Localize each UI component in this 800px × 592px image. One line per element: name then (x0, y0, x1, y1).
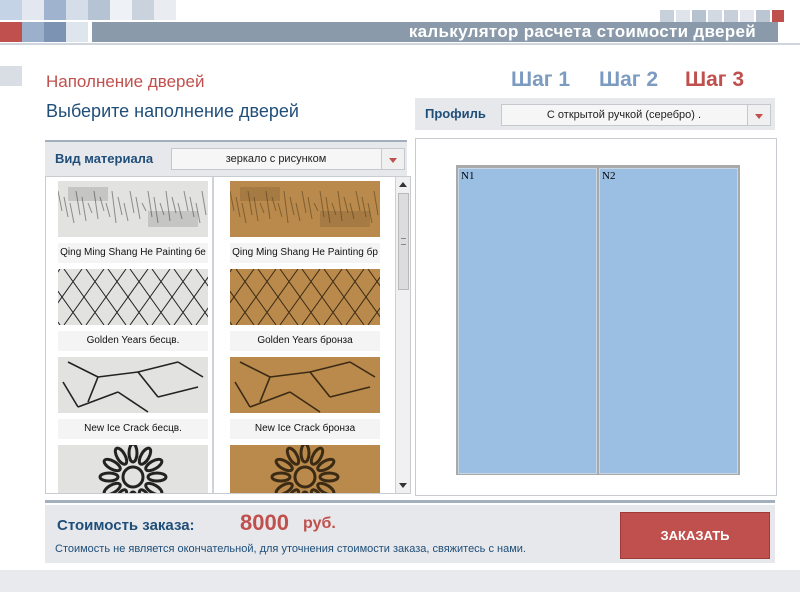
page-subtitle: Выберите наполнение дверей (46, 101, 299, 121)
material-caption: Golden Years бесцв. (58, 331, 208, 351)
material-caption: Qing Ming Shang He Painting бе (58, 243, 208, 263)
material-bar: Вид материала зеркало с рисунком (45, 140, 407, 176)
material-swatch (58, 357, 208, 413)
material-swatch (58, 269, 208, 325)
door-frame: N1 N2 (456, 165, 740, 475)
material-caption: Qing Ming Shang He Painting бр (230, 243, 380, 263)
step-3[interactable]: Шаг 3 (685, 68, 744, 92)
header-bar: калькулятор расчета стоимости дверей (92, 22, 778, 42)
material-caption: New Ice Crack бесцв. (58, 419, 208, 439)
cost-label: Стоимость заказа: (57, 517, 195, 534)
material-caption: New Ice Crack бронза (230, 419, 380, 439)
divider (45, 500, 775, 503)
material-gallery: Qing Ming Shang He Painting бе Qing Ming … (45, 176, 411, 494)
profile-select-value: С открытой ручкой (серебро) . (546, 109, 702, 121)
scroll-up-icon[interactable] (396, 179, 410, 191)
cost-unit: руб. (303, 515, 336, 532)
gallery-tile[interactable]: Qing Ming Shang He Painting бе (58, 181, 208, 265)
material-swatch (230, 269, 380, 325)
step-1[interactable]: Шаг 1 (511, 68, 570, 92)
cost-value: 8000 (240, 510, 289, 535)
section-title: Наполнение дверей (46, 72, 205, 91)
door-panel-1[interactable]: N1 (458, 168, 597, 474)
material-label: Вид материала (55, 151, 154, 166)
gallery-tile[interactable]: Golden Years бесцв. (58, 269, 208, 353)
material-caption: Golden Years бронза (230, 331, 380, 351)
order-panel: Стоимость заказа: 8000 руб. Стоимость не… (45, 505, 775, 563)
gallery-tile[interactable] (230, 445, 380, 493)
material-swatch (230, 181, 380, 237)
scroll-down-icon[interactable] (396, 479, 410, 491)
profile-label: Профиль (425, 106, 486, 121)
door-preview: N1 N2 (415, 138, 777, 496)
door-label: N2 (602, 170, 616, 182)
gallery-scrollbar[interactable] (395, 177, 410, 493)
door-panel-2[interactable]: N2 (599, 168, 738, 474)
material-swatch (230, 445, 380, 493)
material-swatch (58, 181, 208, 237)
app-title: калькулятор расчета стоимости дверей (408, 22, 756, 41)
material-swatch (230, 357, 380, 413)
scroll-thumb[interactable] (398, 193, 409, 290)
profile-bar: Профиль С открытой ручкой (серебро) . (415, 98, 775, 130)
order-button[interactable]: ЗАКАЗАТЬ (620, 512, 770, 559)
material-select-value: зеркало с рисунком (225, 153, 327, 165)
gallery-tile[interactable]: New Ice Crack бронза (230, 357, 380, 441)
material-swatch (58, 445, 208, 493)
gallery-tile[interactable] (58, 445, 208, 493)
chevron-down-icon[interactable] (381, 149, 404, 169)
gallery-tile[interactable]: Golden Years бронза (230, 269, 380, 353)
door-label: N1 (461, 170, 475, 182)
material-select[interactable]: зеркало с рисунком (171, 148, 405, 170)
profile-select[interactable]: С открытой ручкой (серебро) . (501, 104, 771, 126)
footer (0, 570, 800, 592)
gallery-tile[interactable]: Qing Ming Shang He Painting бр (230, 181, 380, 265)
gallery-tile[interactable]: New Ice Crack бесцв. (58, 357, 208, 441)
step-2[interactable]: Шаг 2 (599, 68, 658, 92)
header-divider (0, 43, 800, 45)
chevron-down-icon[interactable] (747, 105, 770, 125)
cost-note: Стоимость не является окончательной, для… (55, 543, 526, 555)
